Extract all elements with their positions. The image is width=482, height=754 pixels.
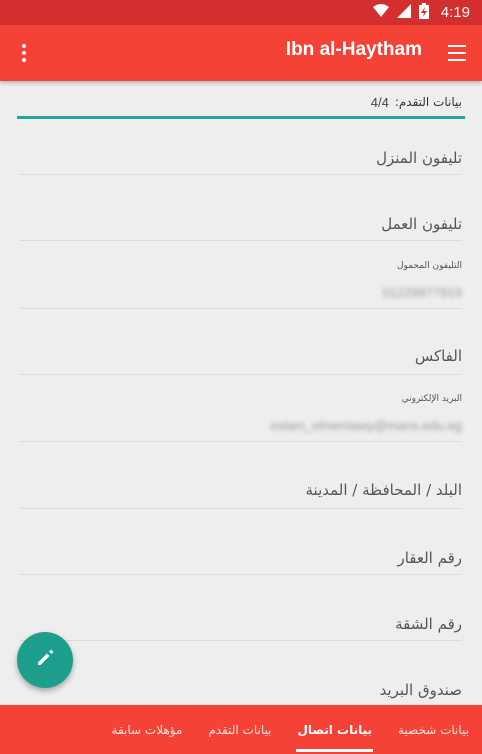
pencil-icon xyxy=(35,648,55,672)
email-value: eslam_elmeniawy@mans.edu.eg xyxy=(270,418,462,433)
apartment-number-placeholder: رقم الشقة xyxy=(395,615,462,633)
property-number-placeholder: رقم العقار xyxy=(397,549,462,567)
home-phone-placeholder: تليفون المنزل xyxy=(376,149,462,167)
tab-previous-qualifications-label: مؤهلات سابقة xyxy=(111,722,183,737)
bottom-tab-bar: بيانات شخصية بيانات اتصال بيانات التقدم … xyxy=(0,705,482,754)
form-content[interactable]: بيانات التقدم: 4/4 تليفون المنزل تليفون … xyxy=(0,81,482,705)
signal-icon xyxy=(396,3,411,22)
apartment-number-field[interactable]: رقم الشقة xyxy=(20,599,462,641)
battery-charging-icon xyxy=(418,2,429,23)
tab-previous-qualifications[interactable]: مؤهلات سابقة xyxy=(99,705,196,754)
app-title: Ibn al-Haytham xyxy=(285,39,422,60)
country-city-field[interactable]: البلد / المحافظة / المدينة xyxy=(20,467,462,509)
progress-value: 4/4 xyxy=(370,95,389,110)
overflow-menu-icon[interactable] xyxy=(12,41,36,65)
fax-field[interactable]: الفاكس xyxy=(20,333,462,375)
edit-fab-button[interactable] xyxy=(17,632,73,688)
status-bar: 4:19 xyxy=(0,0,482,25)
app-bar: Ibn al-Haytham xyxy=(0,25,482,81)
status-time: 4:19 xyxy=(440,4,470,21)
progress-bar xyxy=(17,116,465,119)
progress-label: بيانات التقدم: xyxy=(394,95,462,109)
work-phone-field[interactable]: تليفون العمل xyxy=(20,199,462,241)
mobile-phone-label: التليفون المحمول xyxy=(397,261,462,271)
email-label: البريد الإلكتروني xyxy=(401,394,462,404)
work-phone-placeholder: تليفون العمل xyxy=(381,215,462,233)
tab-personal-data[interactable]: بيانات شخصية xyxy=(385,705,482,754)
po-box-field[interactable]: صندوق البريد xyxy=(20,665,462,705)
tab-application-data[interactable]: بيانات التقدم xyxy=(195,705,284,754)
tab-application-data-label: بيانات التقدم xyxy=(208,722,272,737)
tab-contact-data-label: بيانات اتصال xyxy=(297,722,372,737)
mobile-phone-value: 01229977919 xyxy=(382,285,462,300)
mobile-phone-field[interactable]: التليفون المحمول 01229977919 xyxy=(20,253,462,309)
tab-personal-data-label: بيانات شخصية xyxy=(398,722,469,737)
country-city-placeholder: البلد / المحافظة / المدينة xyxy=(305,481,463,499)
wifi-icon xyxy=(372,3,389,22)
progress-indicator: بيانات التقدم: 4/4 xyxy=(371,95,462,110)
tab-contact-data[interactable]: بيانات اتصال xyxy=(284,705,385,754)
property-number-field[interactable]: رقم العقار xyxy=(20,533,462,575)
email-field[interactable]: البريد الإلكتروني eslam_elmeniawy@mans.e… xyxy=(20,386,462,442)
hamburger-menu-icon[interactable] xyxy=(448,43,468,63)
po-box-placeholder: صندوق البريد xyxy=(379,681,462,699)
fax-placeholder: الفاكس xyxy=(414,347,462,365)
home-phone-field[interactable]: تليفون المنزل xyxy=(20,133,462,175)
